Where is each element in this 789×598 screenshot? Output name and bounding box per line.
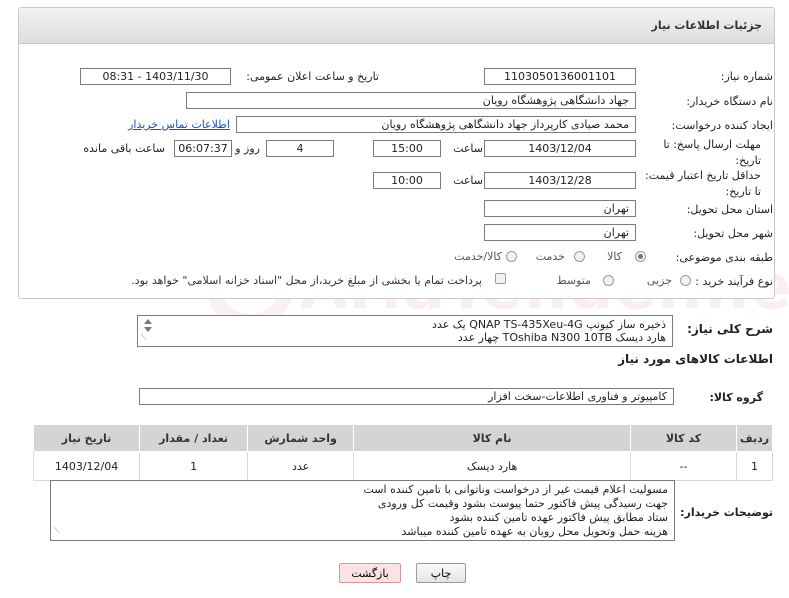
buyer-org-label: نام دستگاه خریدار: [686,95,773,108]
buyer-notes-label: توضیحات خریدار: [680,506,773,519]
process-type-label: نوع فرآیند خرید : [695,275,773,288]
deadline-time-field[interactable]: 15:00 [373,140,441,157]
category-goods-label: کالا [607,250,622,263]
category-goods-service-label: کالا/خدمت [454,250,502,263]
process-minor-radio[interactable] [680,275,691,286]
treasury-payment-note: پرداخت تمام یا بخشی از مبلغ خرید،از محل … [131,274,482,287]
description-line-2: هارد دیسک TOshiba N300 10TB چهار عدد [457,331,666,344]
col-item-code: کد کالا [629,424,737,452]
buyer-org-field[interactable]: جهاد دانشگاهی پژوهشگاه رویان [186,92,636,109]
cell-need-date: 1403/12/04 [32,451,141,481]
category-label: طبقه بندی موضوعی: [675,251,773,264]
validity-label: حداقل تاریخ اعتبار قیمت: تا تاریخ: [645,169,761,198]
category-goods-radio[interactable] [635,251,646,262]
cell-row-number: 1 [735,451,774,481]
col-item-name: نام کالا [353,424,631,452]
cell-quantity: 1 [139,451,249,481]
city-field[interactable]: تهران [484,224,636,241]
panel-title: جزئیات اطلاعات نیاز [651,19,763,32]
resize-grip-icon[interactable]: ⟋ [54,524,60,538]
description-label: شرح کلی نیاز: [687,322,773,336]
print-button[interactable]: چاپ [416,563,466,583]
cell-item-name: هارد دیسک [353,451,631,481]
col-need-date: تاریخ نیاز [32,424,141,452]
validity-time-label: ساعت [453,174,483,187]
remaining-time-field[interactable]: 06:07:37 [174,140,232,157]
province-label: استان محل تحویل: [686,203,773,216]
validity-time-field[interactable]: 10:00 [373,172,441,189]
goods-group-label: گروه کالا: [709,391,763,404]
buyer-contact-link[interactable]: اطلاعات تماس خریدار [128,118,230,131]
items-section-title: اطلاعات کالاهای مورد نیاز [618,352,773,366]
category-service-radio[interactable] [574,251,585,262]
process-medium-label: متوسط [556,274,591,287]
cell-item-code: -- [629,451,737,481]
buyer-note-line-1: مسولیت اعلام قیمت غیر از درخواست وناتوان… [363,483,669,496]
col-quantity: تعداد / مقدار [139,424,249,452]
items-table-header: ردیف کد کالا نام کالا واحد شمارش تعداد /… [32,424,774,452]
announce-label: تاریخ و ساعت اعلان عمومی: [246,70,379,83]
back-button[interactable]: بازگشت [339,563,401,583]
requester-label: ایجاد کننده درخواست: [671,119,773,132]
col-unit: واحد شمارش [247,424,355,452]
city-label: شهر محل تحویل: [693,227,773,240]
panel-header: جزئیات اطلاعات نیاز [19,8,774,44]
treasury-payment-checkbox[interactable] [495,273,506,284]
resize-grip-icon[interactable]: ⟋ [141,331,147,344]
process-minor-label: جزیی [646,274,672,287]
cell-unit: عدد [247,451,355,481]
goods-group-field[interactable]: کامپیوتر و فناوری اطلاعات-سخت افزار [139,388,674,405]
scroll-up-icon[interactable] [144,319,152,324]
deadline-date-field[interactable]: 1403/12/04 [484,140,636,157]
remaining-time-label: ساعت باقی مانده [83,142,165,155]
need-number-label: شماره نیاز: [720,70,773,83]
days-remaining-field[interactable]: 4 [266,140,334,157]
deadline-label: مهلت ارسال پاسخ: تا تاریخ: [663,138,761,167]
category-goods-service-radio[interactable] [506,251,517,262]
buyer-notes-textarea[interactable]: مسولیت اعلام قیمت غیر از درخواست وناتوان… [50,480,675,541]
process-medium-radio[interactable] [603,275,614,286]
need-number-field[interactable]: 1103050136001101 [484,68,636,85]
buyer-note-line-3: ستاد مطابق پیش فاکتور عهده تامین کننده ب… [449,511,668,524]
announce-field[interactable]: 1403/11/30 - 08:31 [80,68,231,85]
requester-field[interactable]: محمد صیادی کارپرداز جهاد دانشگاهی پژوهشگ… [236,116,636,133]
buyer-note-line-2: جهت رسیدگی پیش فاکتور حتما پیوست بشود وق… [377,497,668,510]
province-field[interactable]: تهران [484,200,636,217]
validity-date-field[interactable]: 1403/12/28 [484,172,636,189]
category-service-label: خدمت [535,250,565,263]
description-textarea[interactable]: ذخیره ساز کیونپ QNAP TS-435Xeu-4G یک عدد… [137,315,673,347]
deadline-time-label: ساعت [453,142,483,155]
days-label: روز و [235,142,260,155]
description-line-1: ذخیره ساز کیونپ QNAP TS-435Xeu-4G یک عدد [432,318,666,331]
col-row-number: ردیف [735,424,774,452]
items-table: ردیف کد کالا نام کالا واحد شمارش تعداد /… [32,424,774,481]
buyer-note-line-4: هزینه حمل وتحویل محل رویان به عهده تامین… [401,525,668,538]
table-row[interactable]: 1 -- هارد دیسک عدد 1 1403/12/04 [32,451,774,481]
